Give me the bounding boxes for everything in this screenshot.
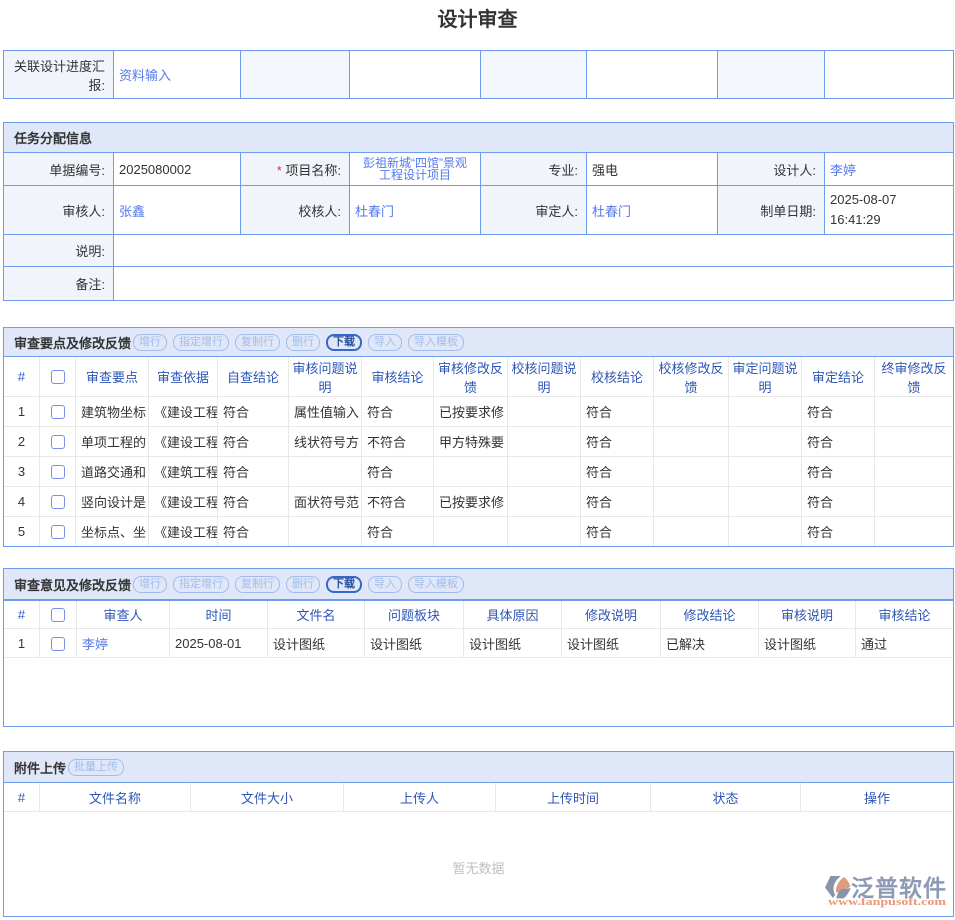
svg-text:www.fanpusoft.com: www.fanpusoft.com [828,896,946,908]
